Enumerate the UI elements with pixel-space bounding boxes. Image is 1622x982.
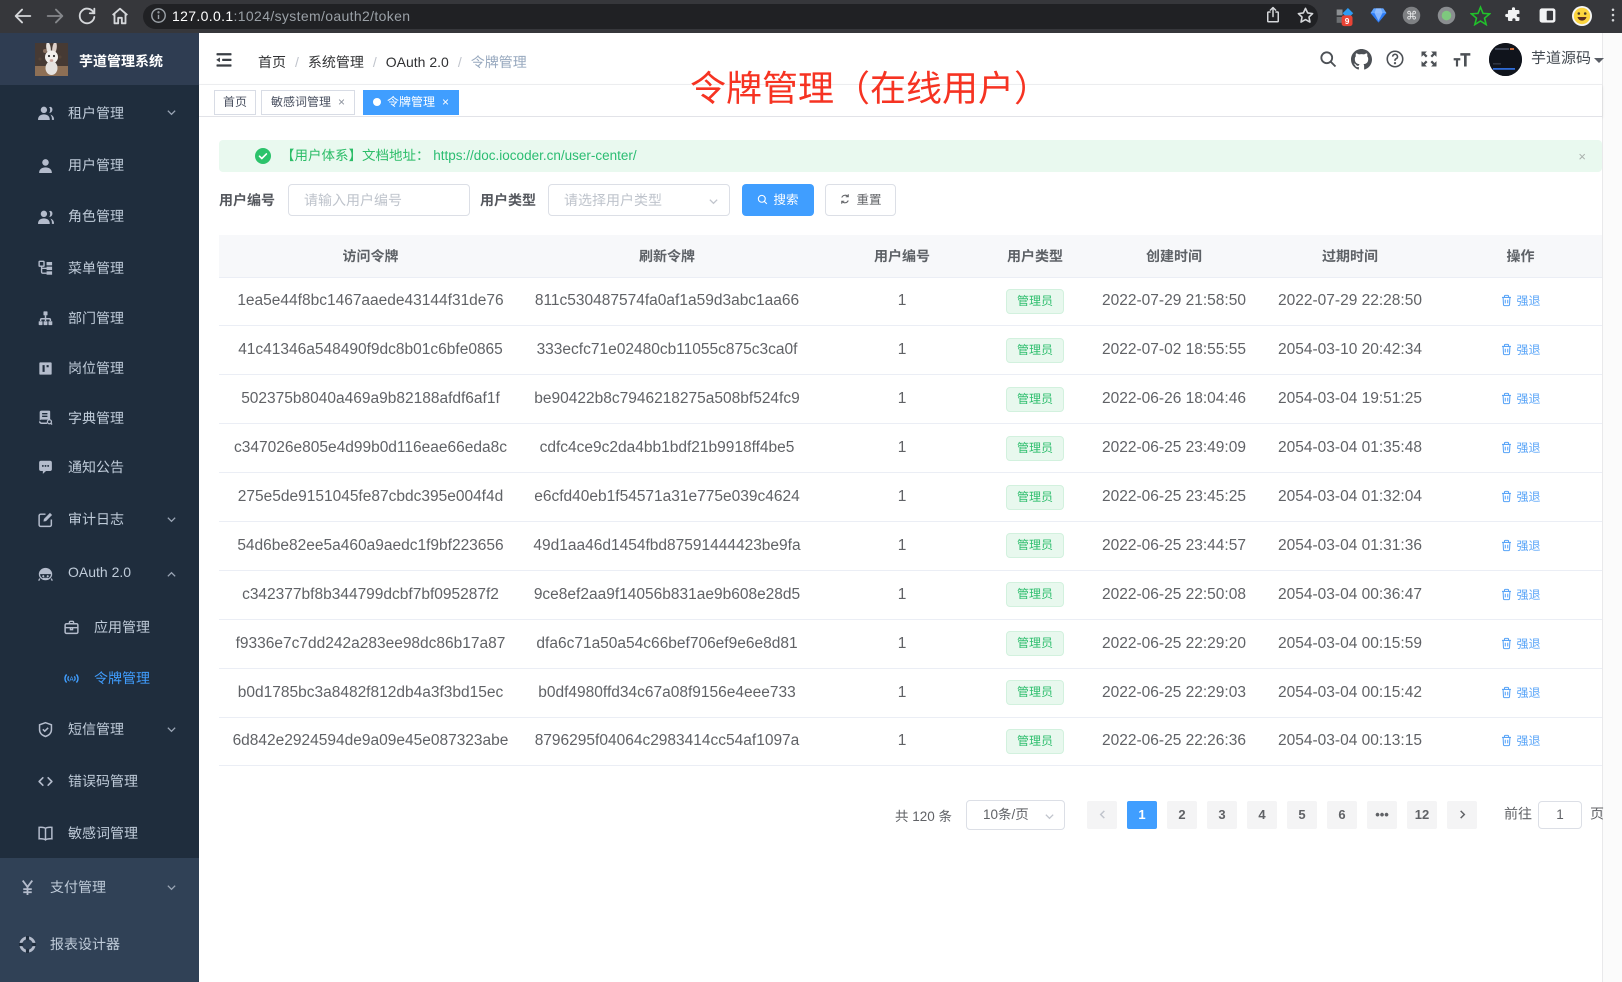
svg-text:9: 9 — [1345, 16, 1350, 26]
svg-text:⌘: ⌘ — [1406, 10, 1417, 22]
svg-text:A: A — [69, 676, 74, 683]
